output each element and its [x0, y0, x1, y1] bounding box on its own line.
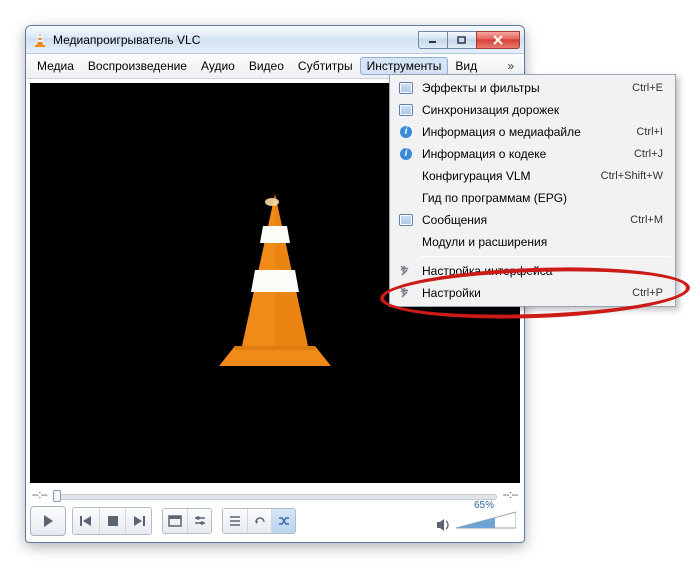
dropdown-item-5[interactable]: Гид по программам (EPG)	[392, 187, 673, 209]
speaker-icon	[436, 518, 452, 532]
info-icon: i	[396, 124, 416, 140]
menu-video[interactable]: Видео	[242, 57, 291, 75]
shuffle-button[interactable]	[271, 509, 295, 533]
blank-icon	[396, 168, 416, 184]
play-button[interactable]	[30, 506, 66, 536]
blank-icon	[396, 190, 416, 206]
controls-bar: 65%	[26, 502, 524, 542]
dropdown-item-shortcut: Ctrl+J	[634, 148, 663, 160]
dropdown-item-shortcut: Ctrl+P	[632, 287, 663, 299]
dropdown-item-9[interactable]: Настройка интерфейса	[392, 260, 673, 282]
window-title: Медиапроигрыватель VLC	[53, 33, 419, 47]
timebar: --:-- --:--	[26, 487, 524, 502]
shuffle-icon	[277, 515, 291, 527]
dropdown-item-shortcut: Ctrl+M	[630, 214, 663, 226]
dropdown-item-shortcut: Ctrl+E	[632, 82, 663, 94]
prev-button[interactable]	[73, 508, 99, 534]
stop-icon	[107, 515, 119, 527]
dropdown-item-label: Информация о кодеке	[422, 147, 634, 161]
dropdown-item-label: Настройка интерфейса	[422, 264, 663, 278]
menu-overflow[interactable]: »	[501, 57, 520, 75]
playlist-button[interactable]	[223, 509, 247, 533]
titlebar[interactable]: Медиапроигрыватель VLC	[26, 26, 524, 54]
ext-settings-button[interactable]	[187, 509, 211, 533]
dropdown-item-10[interactable]: НастройкиCtrl+P	[392, 282, 673, 304]
fullscreen-button[interactable]	[163, 509, 187, 533]
wrench-icon	[396, 285, 416, 301]
sliders-icon	[193, 515, 207, 527]
dropdown-item-1[interactable]: Синхронизация дорожек	[392, 99, 673, 121]
skip-prev-icon	[79, 515, 93, 527]
tool-window-icon	[396, 212, 416, 228]
tools-dropdown: Эффекты и фильтрыCtrl+E Синхронизация дор…	[389, 74, 676, 307]
vlc-logo-icon	[205, 188, 345, 378]
volume-percent: 65%	[474, 500, 494, 511]
wrench-icon	[396, 263, 416, 279]
dropdown-item-label: Информация о медиафайле	[422, 125, 636, 139]
seek-slider[interactable]	[53, 492, 497, 498]
dropdown-item-6[interactable]: СообщенияCtrl+M	[392, 209, 673, 231]
seek-thumb[interactable]	[53, 490, 61, 502]
tool-window-icon	[396, 80, 416, 96]
dropdown-item-label: Эффекты и фильтры	[422, 81, 632, 95]
fullscreen-icon	[168, 515, 182, 527]
volume-slider[interactable]	[456, 511, 516, 529]
dropdown-item-label: Гид по программам (EPG)	[422, 191, 663, 205]
volume-control[interactable]: 65%	[436, 511, 516, 532]
dropdown-separator	[420, 256, 671, 257]
dropdown-item-label: Сообщения	[422, 213, 630, 227]
tool-window-icon	[396, 102, 416, 118]
info-icon: i	[396, 146, 416, 162]
menu-view[interactable]: Вид	[448, 57, 484, 75]
stop-button[interactable]	[99, 508, 125, 534]
dropdown-item-label: Модули и расширения	[422, 235, 663, 249]
minimize-button[interactable]	[418, 31, 448, 49]
time-elapsed: --:--	[32, 489, 47, 501]
maximize-button[interactable]	[447, 31, 477, 49]
dropdown-item-label: Синхронизация дорожек	[422, 103, 663, 117]
dropdown-item-0[interactable]: Эффекты и фильтрыCtrl+E	[392, 77, 673, 99]
menu-audio[interactable]: Аудио	[194, 57, 242, 75]
blank-icon	[396, 234, 416, 250]
menu-tools[interactable]: Инструменты	[360, 57, 449, 75]
menu-media[interactable]: Медиа	[30, 57, 81, 75]
dropdown-item-label: Настройки	[422, 286, 632, 300]
dropdown-item-3[interactable]: i Информация о кодекеCtrl+J	[392, 143, 673, 165]
next-button[interactable]	[125, 508, 151, 534]
play-icon	[41, 514, 55, 528]
dropdown-item-7[interactable]: Модули и расширения	[392, 231, 673, 253]
skip-next-icon	[132, 515, 146, 527]
vlc-cone-icon	[32, 32, 48, 48]
loop-icon	[253, 515, 267, 527]
playlist-icon	[228, 515, 242, 527]
menu-playback[interactable]: Воспроизведение	[81, 57, 194, 75]
dropdown-item-2[interactable]: i Информация о медиафайлеCtrl+I	[392, 121, 673, 143]
dropdown-item-label: Конфигурация VLM	[422, 169, 601, 183]
dropdown-item-shortcut: Ctrl+Shift+W	[601, 170, 663, 182]
time-total: --:--	[503, 489, 518, 501]
dropdown-item-4[interactable]: Конфигурация VLMCtrl+Shift+W	[392, 165, 673, 187]
dropdown-item-shortcut: Ctrl+I	[636, 126, 663, 138]
menu-subtitles[interactable]: Субтитры	[291, 57, 360, 75]
close-button[interactable]	[476, 31, 520, 49]
loop-button[interactable]	[247, 509, 271, 533]
